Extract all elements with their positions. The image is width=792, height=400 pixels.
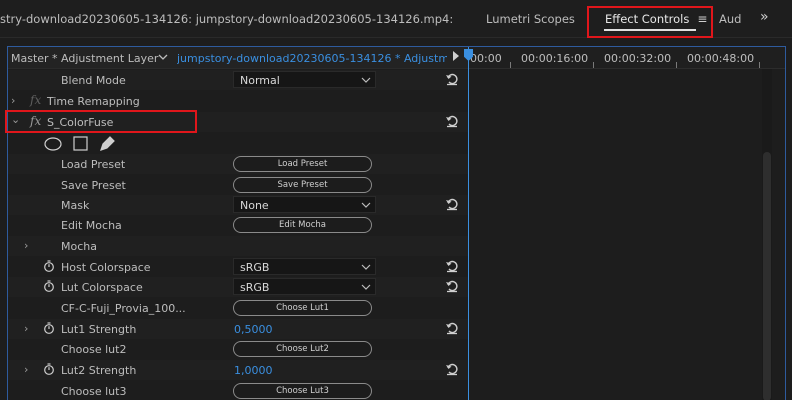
property-row-lut-colorspace: Lut Colorspace sRGB bbox=[8, 277, 468, 297]
property-label: CF-C-Fuji_Provia_100... bbox=[61, 302, 186, 315]
host-colorspace-dropdown[interactable]: sRGB bbox=[233, 258, 376, 275]
ruler-label: 00:00:32:00 bbox=[604, 52, 672, 65]
ruler-label: 00:00:16:00 bbox=[521, 52, 589, 65]
property-row-time-remapping: › fx Time Remapping bbox=[8, 91, 468, 111]
lut1-strength-value[interactable]: 0,5000 bbox=[234, 323, 273, 336]
chevron-right-icon[interactable]: › bbox=[24, 363, 28, 376]
reset-icon[interactable] bbox=[445, 72, 459, 86]
tab-overflow-icon[interactable]: » bbox=[760, 9, 768, 25]
mask-dropdown[interactable]: None bbox=[233, 196, 376, 213]
effect-timeline[interactable]: 00:00 00:00:16:00 00:00:32:00 00:00:48:0… bbox=[464, 47, 785, 400]
property-label: Edit Mocha bbox=[61, 219, 122, 232]
stopwatch-icon[interactable] bbox=[43, 260, 55, 272]
choose-lut2-button[interactable]: Choose Lut2 bbox=[233, 341, 372, 357]
sequence-clip-label[interactable]: jumpstory-download20230605-134126 * Adju… bbox=[177, 52, 447, 65]
chevron-down-icon bbox=[361, 282, 371, 295]
reset-icon[interactable] bbox=[445, 259, 459, 273]
chevron-right-icon[interactable]: › bbox=[11, 94, 15, 107]
property-label: Lut2 Strength bbox=[61, 364, 137, 377]
chevron-down-icon[interactable] bbox=[158, 50, 168, 67]
playhead[interactable] bbox=[464, 47, 473, 400]
pen-mask-icon bbox=[100, 136, 115, 151]
ellipse-mask-icon bbox=[44, 137, 62, 151]
reset-icon[interactable] bbox=[445, 279, 459, 293]
property-row-host-colorspace: Host Colorspace sRGB bbox=[8, 257, 468, 277]
property-row-load-preset: Load Preset Load Preset bbox=[8, 154, 468, 174]
property-label: Blend Mode bbox=[61, 74, 126, 87]
master-clip-label[interactable]: Master * Adjustment Layer bbox=[11, 52, 158, 65]
property-label: Lut1 Strength bbox=[61, 323, 137, 336]
chevron-down-icon bbox=[361, 200, 371, 213]
save-preset-button[interactable]: Save Preset bbox=[233, 177, 372, 193]
property-label: Load Preset bbox=[61, 158, 126, 171]
panel-header: Master * Adjustment Layer jumpstory-down… bbox=[8, 47, 468, 69]
ruler-label: 00:00 bbox=[470, 52, 502, 65]
property-row-edit-mocha: Edit Mocha Edit Mocha bbox=[8, 215, 468, 235]
chevron-down-icon bbox=[361, 75, 371, 88]
property-label: Mask bbox=[61, 199, 90, 212]
property-row-save-preset: Save Preset Save Preset bbox=[8, 175, 468, 195]
highlight-box-effect-controls bbox=[587, 6, 713, 38]
property-row-lut1-strength: › Lut1 Strength 0,5000 bbox=[8, 319, 468, 339]
ruler-tick bbox=[759, 62, 760, 68]
stopwatch-icon[interactable] bbox=[43, 322, 55, 334]
mask-tools bbox=[44, 135, 124, 151]
reset-icon[interactable] bbox=[445, 197, 459, 211]
effect-controls-panel: Master * Adjustment Layer jumpstory-down… bbox=[7, 46, 786, 400]
reset-icon[interactable] bbox=[445, 114, 459, 128]
rectangle-mask-icon bbox=[73, 136, 88, 151]
ruler-label: 00:00:48:00 bbox=[687, 52, 755, 65]
highlight-box-s-colorfuse bbox=[5, 110, 197, 133]
property-row-choose-lut2: Choose lut2 Choose Lut2 bbox=[8, 339, 468, 359]
reset-icon[interactable] bbox=[445, 321, 459, 335]
dropdown-value: None bbox=[240, 199, 269, 212]
property-label: Choose lut3 bbox=[61, 385, 127, 398]
tab-source-monitor[interactable]: stry-download20230605-134126: jumpstory-… bbox=[0, 12, 455, 26]
property-label: Save Preset bbox=[61, 179, 126, 192]
effect-label: Time Remapping bbox=[47, 95, 140, 108]
dropdown-value: sRGB bbox=[240, 281, 270, 294]
reset-icon[interactable] bbox=[445, 362, 459, 376]
property-label: Lut Colorspace bbox=[61, 281, 143, 294]
fx-icon[interactable]: fx bbox=[30, 93, 41, 107]
load-preset-button[interactable]: Load Preset bbox=[233, 156, 372, 172]
dropdown-value: Normal bbox=[240, 74, 280, 87]
edit-mocha-button[interactable]: Edit Mocha bbox=[233, 217, 372, 233]
tab-audio[interactable]: Aud bbox=[719, 12, 741, 26]
stopwatch-icon[interactable] bbox=[43, 280, 55, 292]
dropdown-value: sRGB bbox=[240, 261, 270, 274]
chevron-right-icon[interactable]: › bbox=[24, 239, 28, 252]
play-icon[interactable] bbox=[453, 51, 459, 61]
ruler-tick bbox=[510, 62, 511, 68]
property-label: Choose lut2 bbox=[61, 343, 127, 356]
property-label: Mocha bbox=[61, 240, 97, 253]
stopwatch-icon[interactable] bbox=[43, 363, 55, 375]
chevron-right-icon[interactable]: › bbox=[24, 322, 28, 335]
property-row-lut1-file: CF-C-Fuji_Provia_100... Choose Lut1 bbox=[8, 298, 468, 318]
property-row-choose-lut3: Choose lut3 Choose Lut3 bbox=[8, 381, 468, 400]
scrollbar-thumb[interactable] bbox=[763, 152, 771, 400]
tab-lumetri-scopes[interactable]: Lumetri Scopes bbox=[486, 12, 575, 26]
mask-tools-row bbox=[8, 133, 468, 153]
property-row-mocha: › Mocha bbox=[8, 236, 468, 256]
time-ruler[interactable]: 00:00 00:00:16:00 00:00:32:00 00:00:48:0… bbox=[468, 47, 785, 69]
choose-lut3-button[interactable]: Choose Lut3 bbox=[233, 383, 372, 399]
property-row-blend-mode: Blend Mode Normal bbox=[8, 70, 468, 90]
chevron-down-icon bbox=[361, 262, 371, 275]
lut-colorspace-dropdown[interactable]: sRGB bbox=[233, 278, 376, 295]
ruler-tick bbox=[593, 62, 594, 68]
choose-lut1-button[interactable]: Choose Lut1 bbox=[233, 300, 372, 316]
property-row-mask: Mask None bbox=[8, 195, 468, 215]
lut2-strength-value[interactable]: 1,0000 bbox=[234, 364, 273, 377]
blend-mode-dropdown[interactable]: Normal bbox=[233, 71, 376, 88]
property-label: Host Colorspace bbox=[61, 261, 151, 274]
property-row-lut2-strength: › Lut2 Strength 1,0000 bbox=[8, 360, 468, 380]
ruler-tick bbox=[676, 62, 677, 68]
